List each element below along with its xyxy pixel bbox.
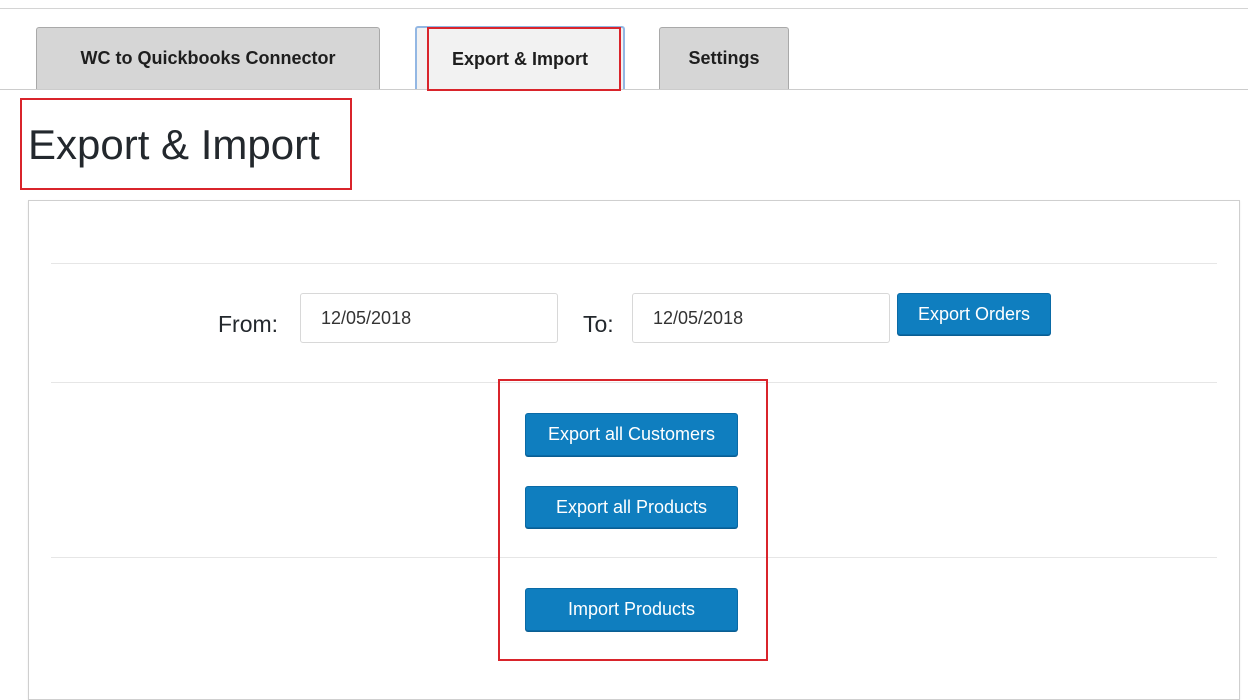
export-all-customers-button[interactable]: Export all Customers — [525, 413, 738, 456]
divider — [51, 263, 1217, 264]
to-date-input[interactable] — [632, 293, 890, 343]
tab-label: WC to Quickbooks Connector — [80, 48, 336, 68]
tab-underline — [0, 89, 1248, 90]
from-label: From: — [218, 311, 279, 337]
divider — [51, 557, 1217, 558]
export-import-panel: From: To: Export Orders Export all Custo… — [28, 200, 1240, 700]
tab-label: Settings — [688, 48, 760, 68]
to-label: To: — [583, 311, 614, 337]
export-orders-button[interactable]: Export Orders — [897, 293, 1051, 335]
import-products-button[interactable]: Import Products — [525, 588, 738, 631]
tab-label: Export & Import — [451, 48, 588, 69]
page-title: Export & Import — [28, 121, 320, 168]
divider — [51, 382, 1217, 383]
tab-export-import[interactable]: Export & Import — [415, 26, 625, 90]
tab-wc-to-quickbooks-connector[interactable]: WC to Quickbooks Connector — [36, 27, 380, 89]
from-date-input[interactable] — [300, 293, 558, 343]
tab-bar: WC to Quickbooks Connector Export & Impo… — [0, 0, 1248, 92]
tab-settings[interactable]: Settings — [659, 27, 789, 89]
export-all-products-button[interactable]: Export all Products — [525, 486, 738, 528]
